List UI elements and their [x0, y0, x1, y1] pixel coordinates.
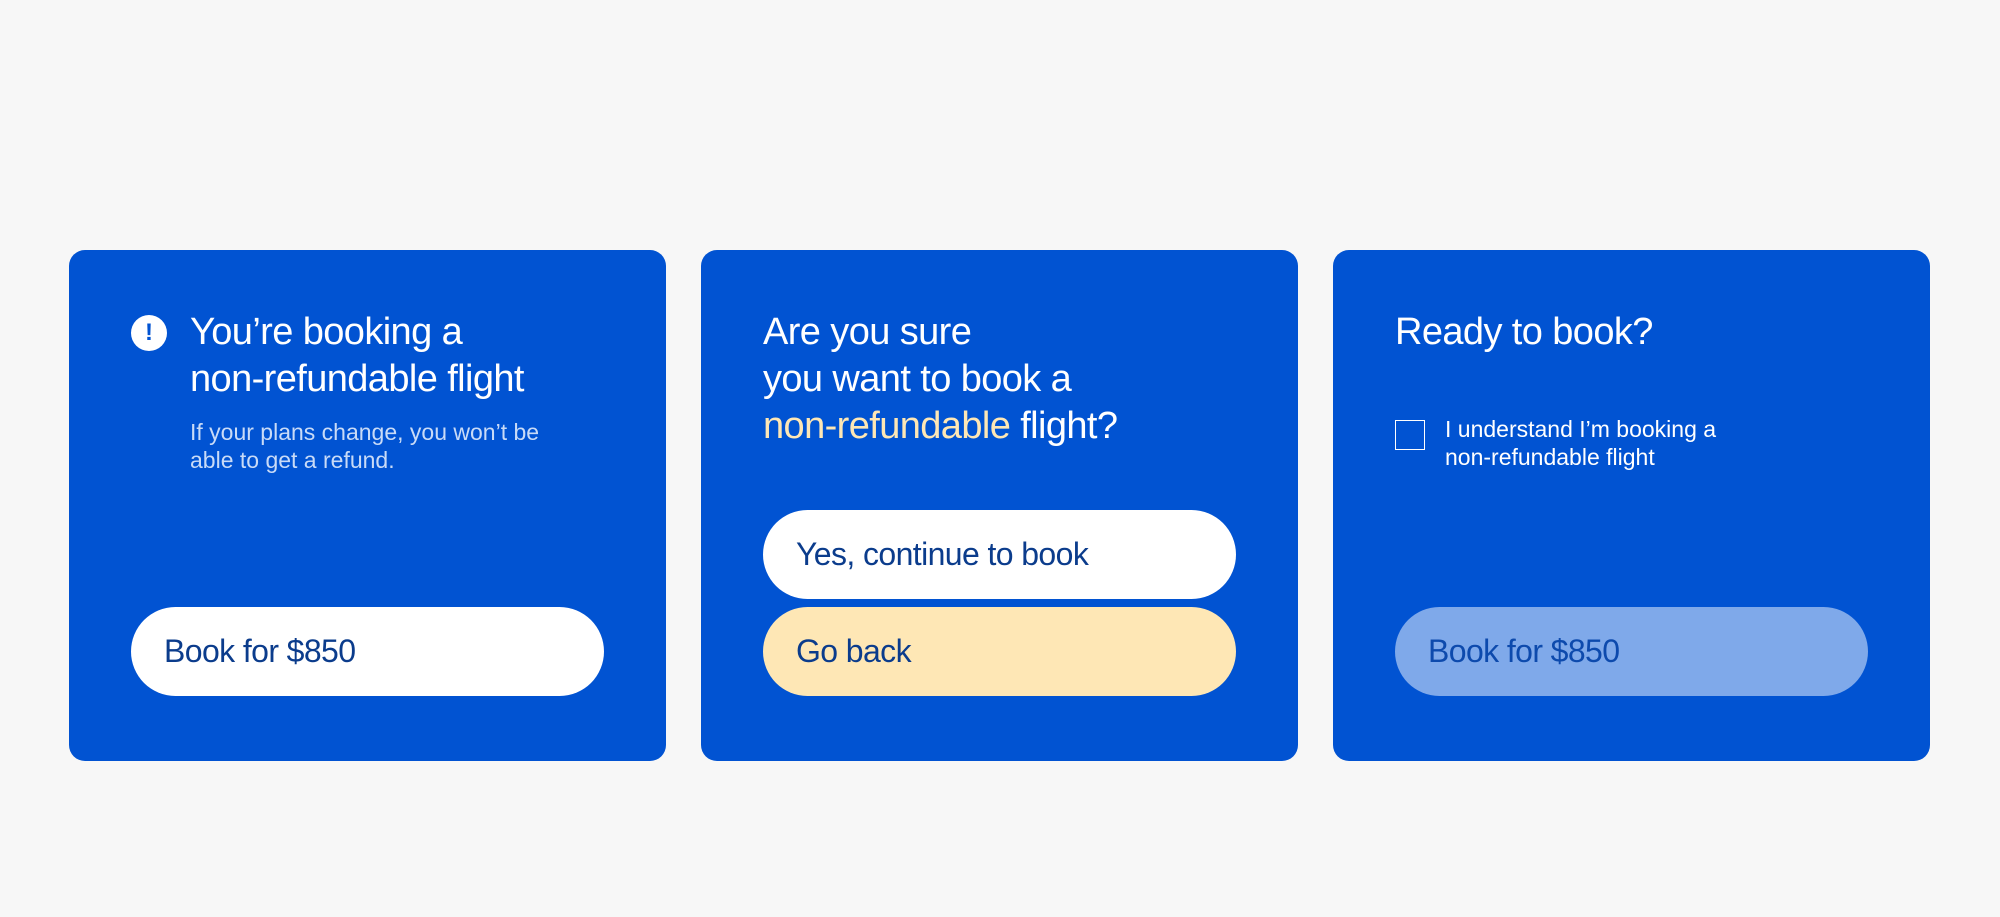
checkbox-label-line2: non-refundable flight [1445, 444, 1655, 470]
confirmation-card: Are you sure you want to book a non-refu… [701, 250, 1298, 761]
acknowledgement-title: Ready to book? [1395, 311, 1653, 353]
confirmation-title-line1: Are you sure [763, 311, 972, 353]
warning-subtext: If your plans change, you won’t be able … [190, 418, 590, 474]
non-refundable-highlight: non-refundable [763, 405, 1011, 447]
warning-card: ! You’re booking a non-refundable flight… [69, 250, 666, 761]
warning-subtext-line2: able to get a refund. [190, 447, 395, 473]
checkbox-label-line1: I understand I’m booking a [1445, 416, 1717, 442]
go-back-button[interactable]: Go back [763, 607, 1236, 696]
confirmation-title: Are you sure you want to book a non-refu… [763, 309, 1118, 450]
warning-title: You’re booking a non-refundable flight [190, 309, 524, 403]
continue-to-book-button[interactable]: Yes, continue to book [763, 510, 1236, 599]
acknowledge-checkbox-label[interactable]: I understand I’m booking a non-refundabl… [1445, 415, 1845, 471]
confirmation-title-line3: non-refundable flight? [763, 403, 1118, 450]
warning-title-line2: non-refundable flight [190, 358, 524, 400]
exclamation-circle-icon: ! [131, 315, 167, 351]
confirmation-title-line3-rest: flight? [1010, 405, 1118, 447]
acknowledge-checkbox[interactable] [1395, 420, 1425, 450]
confirmation-title-line2: you want to book a [763, 358, 1072, 400]
warning-title-line1: You’re booking a [190, 311, 463, 353]
warning-subtext-line1: If your plans change, you won’t be [190, 419, 540, 445]
book-button-disabled[interactable]: Book for $850 [1395, 607, 1868, 696]
book-button[interactable]: Book for $850 [131, 607, 604, 696]
acknowledgement-card: Ready to book? I understand I’m booking … [1333, 250, 1930, 761]
